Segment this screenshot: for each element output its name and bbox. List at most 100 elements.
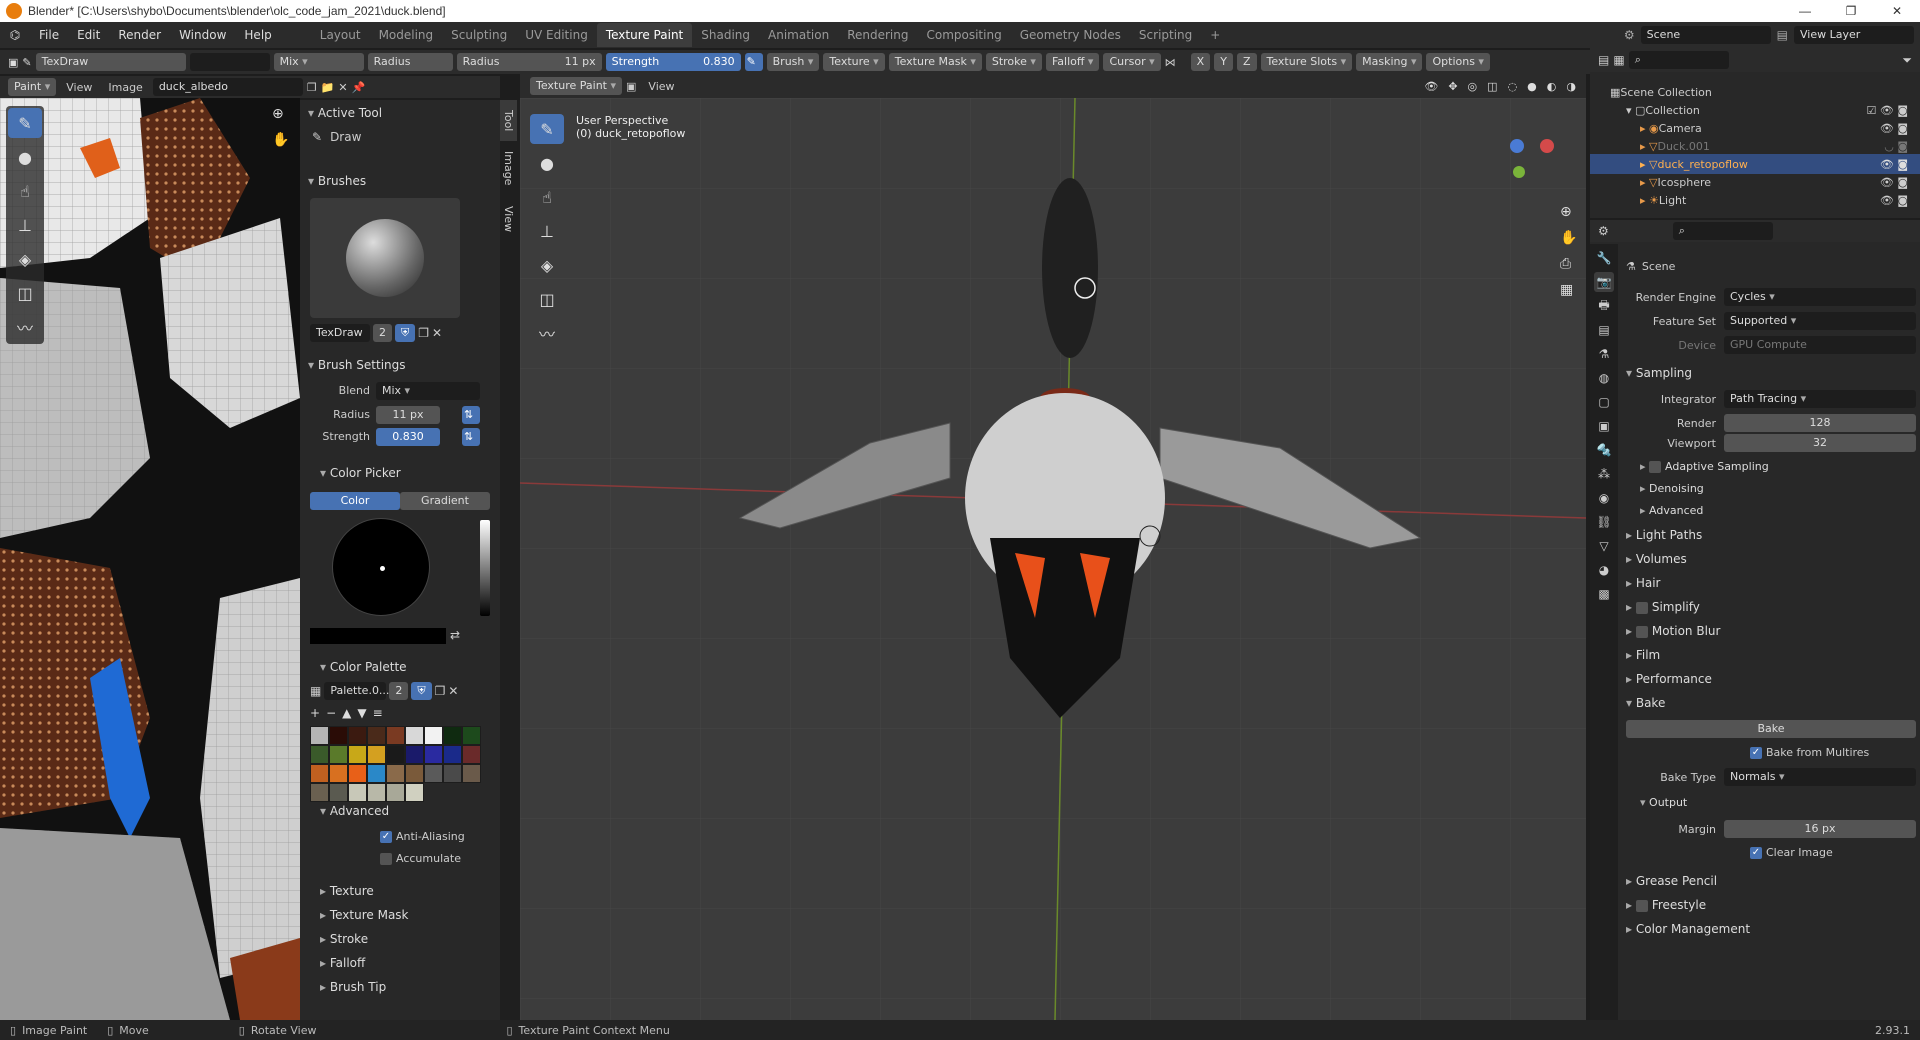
menu-edit[interactable]: Edit [68,28,109,42]
visibility-icon[interactable]: 👁 [1424,80,1438,93]
world-tab-icon[interactable]: ◍ [1594,368,1614,388]
unlink-palette-icon[interactable]: ✕ [448,684,458,698]
denoising-section[interactable]: Denoising [1640,482,1704,495]
texture-slots-menu[interactable]: Texture Slots [1260,53,1353,71]
brush-settings-header[interactable]: Brush Settings [308,358,406,372]
strength-value-field[interactable]: 0.830 [376,428,440,446]
close-icon[interactable]: ✕ [1874,4,1920,18]
color-tab[interactable]: Color [310,492,400,510]
light-visibility-icon[interactable]: 👁 ◙ [1880,194,1920,207]
editor-type-icon[interactable]: ▣ [8,56,18,69]
vp-zoom-icon[interactable]: ⊕ [1560,204,1577,220]
texture-section[interactable]: Texture [320,884,374,898]
palette-users-count[interactable]: 2 [389,682,409,700]
accumulate-checkbox[interactable]: Accumulate [380,852,461,865]
scene-icon[interactable]: ⚙ [1624,28,1635,42]
palette-swatch[interactable] [424,726,443,745]
image-selector[interactable]: duck_albedo [152,78,303,96]
menu-render[interactable]: Render [109,28,170,42]
brush-preview[interactable] [310,198,460,318]
volumes-section[interactable]: Volumes [1626,552,1687,566]
image-editor-canvas[interactable]: ✎ ● ☝ ⊥ ◈ ◫ 〰 ⊕ ✋ [0,98,300,1020]
open-image-icon[interactable]: 📁 [321,81,335,94]
tab-rendering[interactable]: Rendering [838,23,917,47]
unlink-brush-icon[interactable]: ✕ [432,326,442,340]
move-up-icon[interactable]: ▲ [342,706,351,720]
outliner-search-field[interactable]: ⌕ [1628,51,1729,69]
palette-swatch[interactable] [329,764,348,783]
material-tab-icon[interactable]: ◕ [1594,560,1614,580]
palette-name-field[interactable]: Palette.0... [324,682,389,700]
clear-image-checkbox[interactable]: Clear Image [1750,846,1833,859]
vp-soften-tool-icon[interactable]: ● [530,148,564,178]
palette-swatch[interactable] [329,783,348,802]
render-engine-dropdown[interactable]: Cycles [1724,288,1916,306]
tab-view[interactable]: View [500,196,517,242]
tool-tab-icon[interactable]: 🔧 [1594,248,1614,268]
tab-tool[interactable]: Tool [500,100,517,142]
stroke-section[interactable]: Stroke [320,932,368,946]
texture-menu[interactable]: Texture [823,53,885,71]
strength-pressure-icon[interactable]: ✎ [744,53,763,71]
adaptive-sampling-section[interactable]: Adaptive Sampling [1640,460,1769,473]
texture-paint-mode-dropdown[interactable]: Texture Paint [530,77,623,95]
move-down-icon[interactable]: ▼ [357,706,366,720]
modifier-tab-icon[interactable]: 🔩 [1594,440,1614,460]
3d-viewport[interactable]: Texture Paint ▣ View 👁 ✥ ◎ ◫ ◌ ● ◐ ◑ [520,74,1586,1020]
palette-shield-icon[interactable]: ⛨ [411,682,432,700]
margin-field[interactable]: 16 px [1724,820,1916,838]
remove-color-icon[interactable]: − [326,706,336,720]
blender-menu-icon[interactable]: ⌬ [0,28,30,42]
gizmo-icon[interactable]: ✥ [1448,80,1457,93]
properties-editor-icon[interactable]: ⚙ [1598,224,1609,238]
menu-window[interactable]: Window [170,28,235,42]
blend-dropdown[interactable]: Mix [376,382,480,400]
output-header[interactable]: Output [1640,796,1687,809]
palette-swatch[interactable] [405,745,424,764]
collection-visibility-icon[interactable]: ☑ 👁 ◙ [1867,104,1920,117]
film-section[interactable]: Film [1626,648,1660,662]
color-picker-header[interactable]: Color Picker [320,466,401,480]
viewport-samples-field[interactable]: 32 [1724,434,1916,452]
outliner-item-icosphere[interactable]: ▸ ▽ Icosphere 👁 ◙ [1590,172,1920,192]
tab-geometry-nodes[interactable]: Geometry Nodes [1011,23,1130,47]
x-axis-icon[interactable] [1540,139,1554,153]
viewport-view-menu[interactable]: View [640,80,682,93]
brush-selector[interactable]: TexDraw [35,53,186,71]
cursor-menu[interactable]: Cursor [1103,53,1161,71]
duck-retopoflow-visibility-icon[interactable]: 👁 ◙ [1880,158,1920,171]
outliner-item-duck-retopoflow[interactable]: ▸ ▽ duck_retopoflow 👁 ◙ [1590,154,1920,174]
sort-colors-icon[interactable]: ≡ [373,706,383,720]
active-tool-row[interactable]: ✎ Draw [312,130,361,144]
grease-pencil-section[interactable]: Grease Pencil [1626,874,1717,888]
brush-color-swatch[interactable] [189,53,270,71]
view-layer-selector[interactable]: View Layer [1794,26,1914,44]
tab-shading[interactable]: Shading [692,23,759,47]
brush-tip-section[interactable]: Brush Tip [320,980,386,994]
navigation-gizmo[interactable] [1480,104,1560,184]
vp-smear-tool-icon[interactable]: ☝ [530,182,564,212]
tab-compositing[interactable]: Compositing [917,23,1010,47]
palette-swatch[interactable] [462,745,481,764]
palette-swatch[interactable] [405,726,424,745]
material-shading-icon[interactable]: ◐ [1547,80,1557,93]
current-color-swatch[interactable] [310,628,446,644]
strength-field[interactable]: Strength 0.830 [605,53,741,71]
value-slider[interactable] [480,520,490,616]
smear-tool-icon[interactable]: ☝ [8,176,42,206]
data-tab-icon[interactable]: ▽ [1594,536,1614,556]
radius-pressure-icon[interactable]: ⇅ [462,406,480,424]
strength-pressure-toggle-icon[interactable]: ⇅ [462,428,480,446]
palette-swatch[interactable] [310,783,329,802]
tab-sculpting[interactable]: Sculpting [442,23,516,47]
palette-swatch[interactable] [348,764,367,783]
color-wheel[interactable] [332,518,430,616]
brushes-header[interactable]: Brushes [308,174,366,188]
device-dropdown[interactable]: GPU Compute [1724,336,1916,354]
radius-header-label[interactable]: Radius [367,53,453,71]
outliner-scene-collection[interactable]: ▦ Scene Collection [1590,82,1920,102]
clone-tool-icon[interactable]: ⊥ [8,210,42,240]
tab-scripting[interactable]: Scripting [1130,23,1201,47]
motion-blur-section[interactable]: Motion Blur [1626,624,1720,638]
bake-button[interactable]: Bake [1626,720,1916,738]
